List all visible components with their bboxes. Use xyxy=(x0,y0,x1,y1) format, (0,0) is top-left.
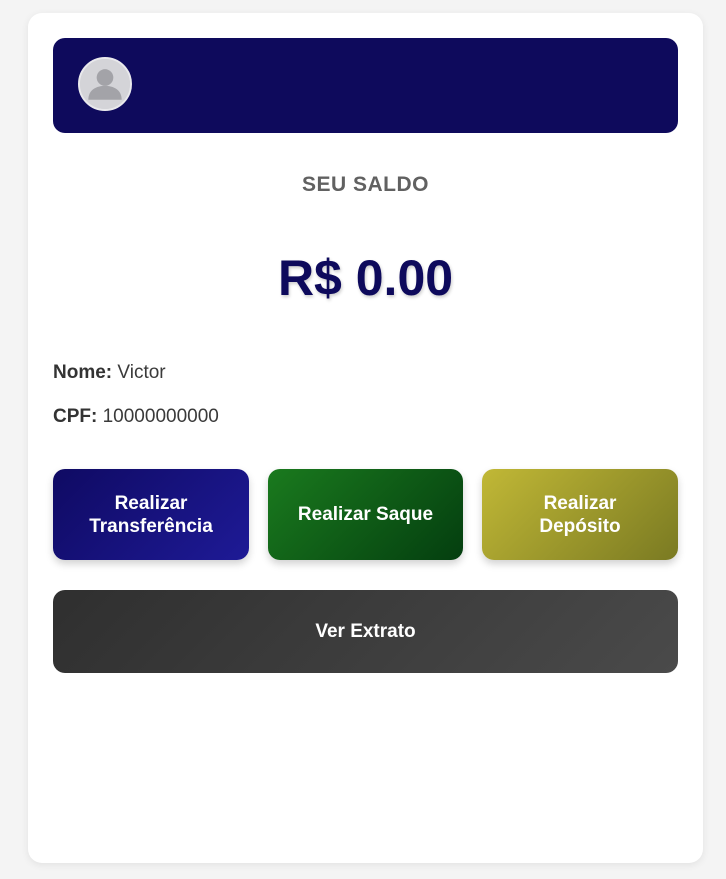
cpf-label: CPF: xyxy=(53,406,98,427)
transfer-button-label: Realizar Transferência xyxy=(89,492,213,537)
name-value: Victor xyxy=(117,362,166,383)
user-name-row: Nome: Victor xyxy=(53,362,166,384)
withdraw-button[interactable]: Realizar Saque xyxy=(268,469,463,560)
user-avatar-icon[interactable] xyxy=(78,57,132,111)
statement-button-label: Ver Extrato xyxy=(315,621,416,642)
deposit-button-label: Realizar Depósito xyxy=(539,492,621,537)
cpf-value: 10000000000 xyxy=(102,406,219,427)
deposit-button[interactable]: Realizar Depósito xyxy=(482,469,678,560)
withdraw-button-label: Realizar Saque xyxy=(297,504,434,525)
balance-value: R$ 0.00 xyxy=(277,250,454,306)
account-card: SEU SALDO R$ 0.00 Nome: Victor CPF: 1000… xyxy=(28,13,703,863)
statement-button[interactable]: Ver Extrato xyxy=(53,590,678,673)
user-cpf-row: CPF: 10000000000 xyxy=(53,406,219,428)
person-silhouette-icon xyxy=(80,59,130,109)
account-header xyxy=(53,38,678,133)
transfer-button[interactable]: Realizar Transferência xyxy=(53,469,249,560)
balance-label: SEU SALDO xyxy=(301,173,429,196)
name-label: Nome: xyxy=(53,362,113,383)
